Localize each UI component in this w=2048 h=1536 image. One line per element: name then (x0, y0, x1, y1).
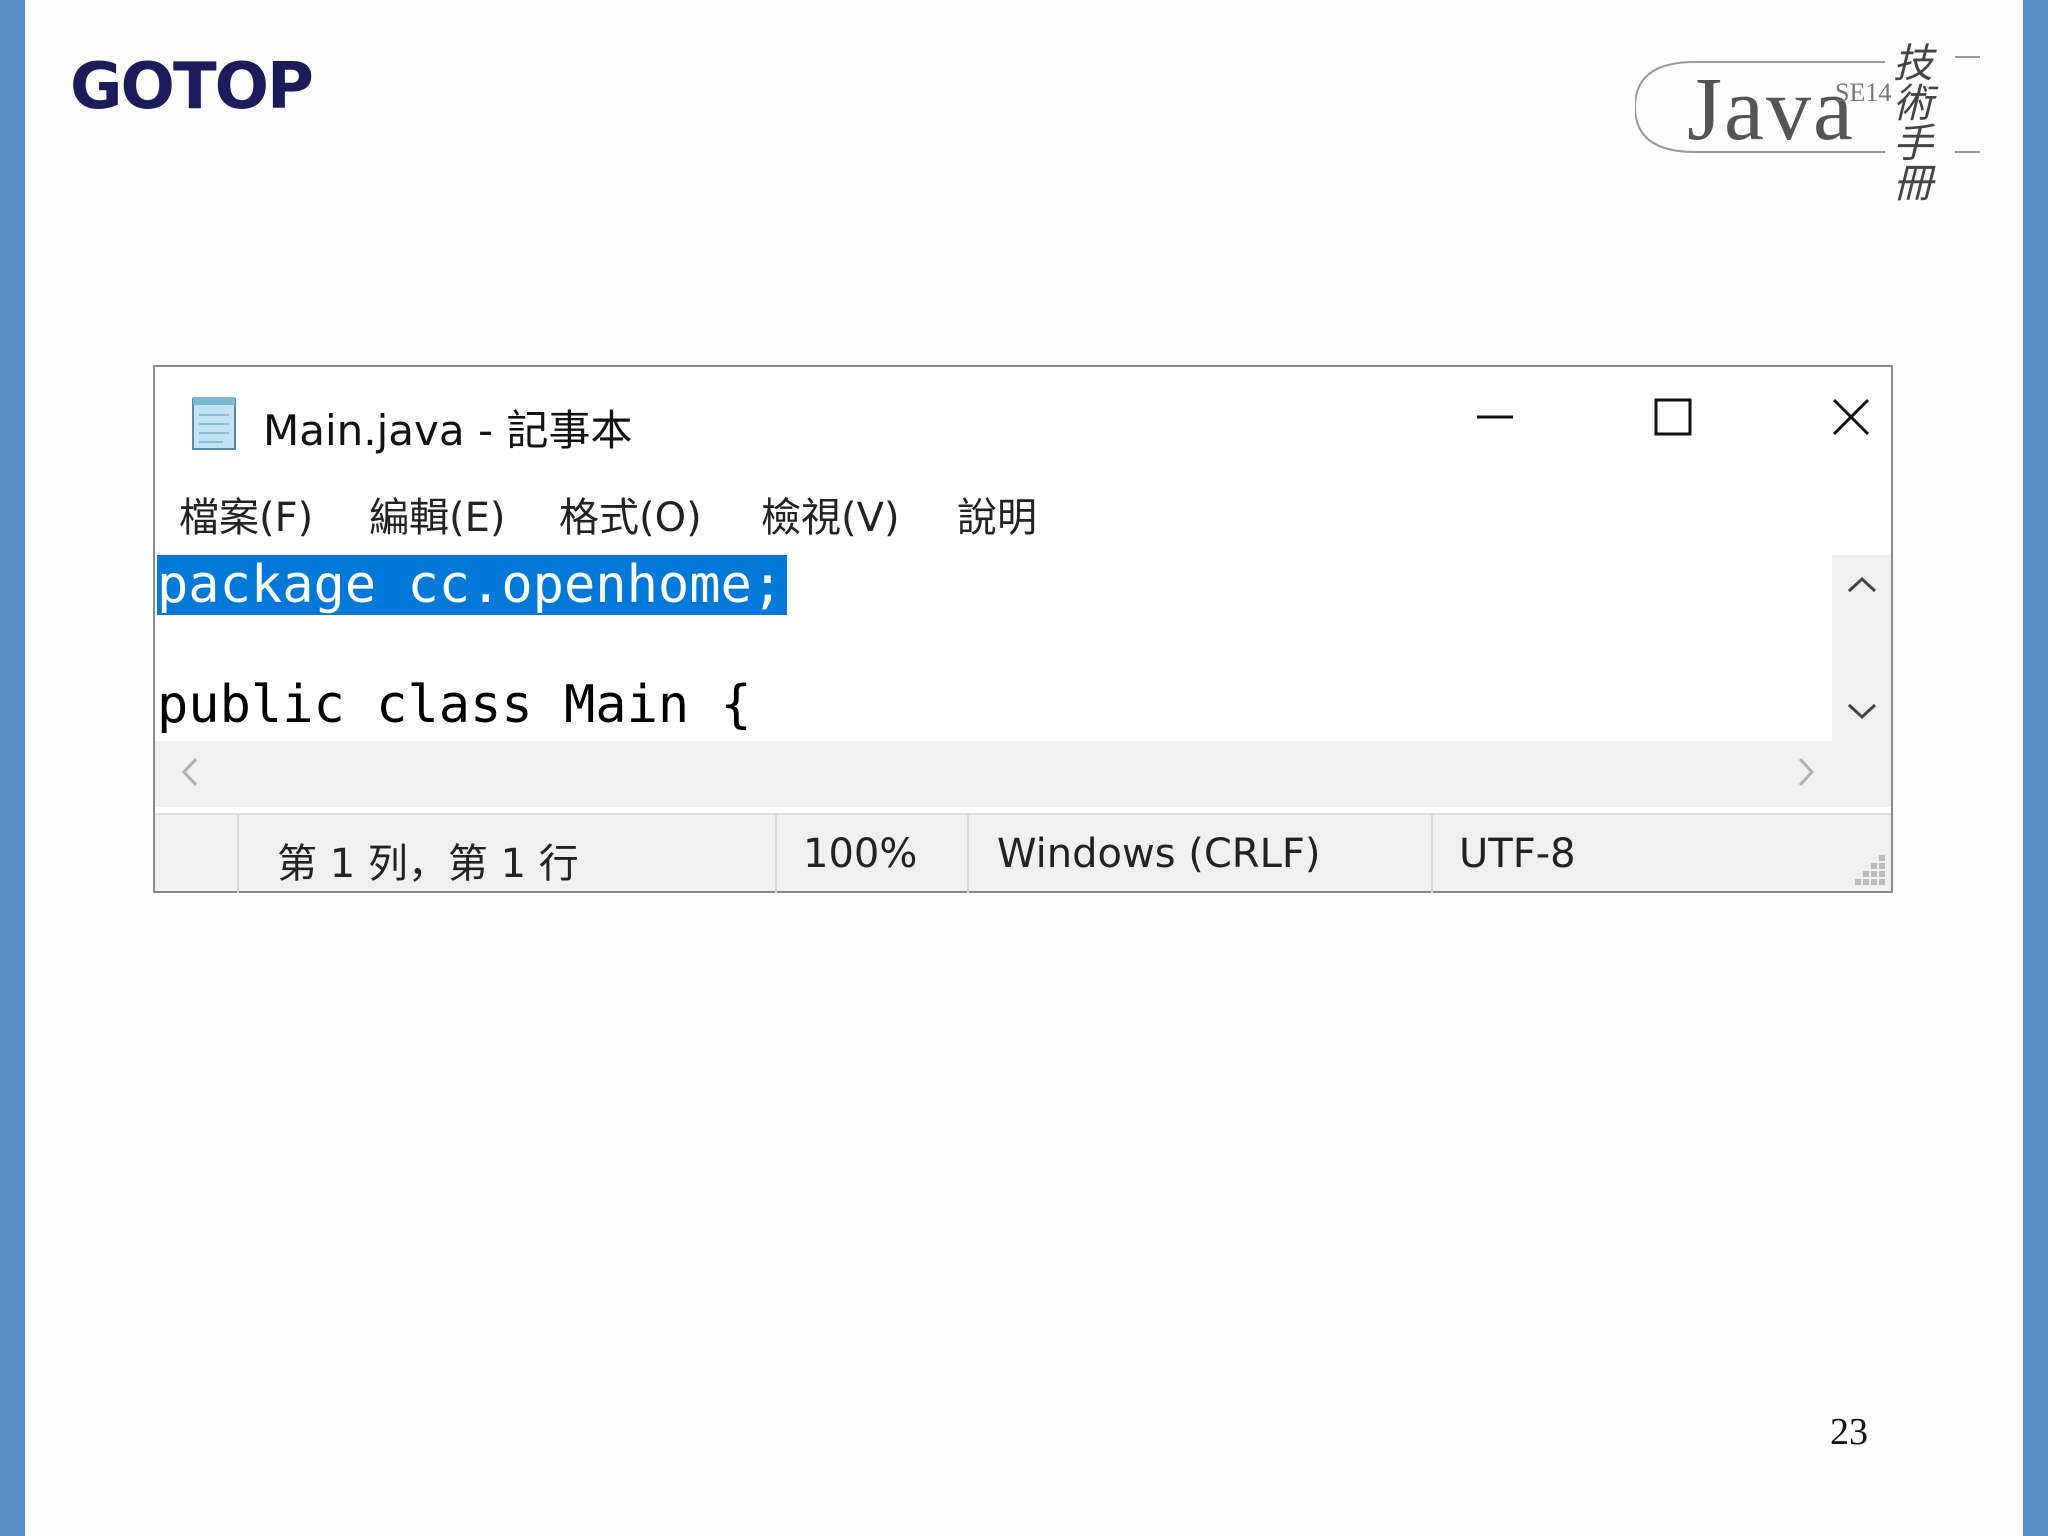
resize-grip-icon[interactable] (1851, 851, 1887, 887)
notepad-window: Main.java - 記事本 檔案(F) 編輯(E) 格式(O) 檢視(V) … (153, 365, 1893, 893)
close-icon (1832, 398, 1870, 436)
book-logo-word: Java (1687, 60, 1855, 159)
maximize-icon (1654, 398, 1692, 436)
minimize-icon (1477, 415, 1513, 419)
status-separator (967, 815, 969, 893)
editor-line-3[interactable]: public class Main { (157, 675, 752, 735)
menu-bar: 檔案(F) 編輯(E) 格式(O) 檢視(V) 說明 (155, 477, 1891, 547)
publisher-logo: GOTOP (70, 50, 314, 124)
text-editor[interactable]: package cc.openhome; public class Main { (155, 555, 1830, 741)
status-separator (775, 815, 777, 893)
title-bar[interactable]: Main.java - 記事本 (155, 367, 1891, 477)
menu-edit[interactable]: 編輯(E) (369, 485, 505, 543)
notepad-icon[interactable] (187, 393, 241, 453)
status-separator (237, 815, 239, 893)
menu-format[interactable]: 格式(O) (559, 485, 702, 543)
slide-left-bar (0, 0, 25, 1536)
menu-help[interactable]: 說明 (957, 485, 1037, 543)
window-title: Main.java - 記事本 (263, 406, 633, 455)
menu-file[interactable]: 檔案(F) (179, 485, 313, 543)
status-zoom: 100% (803, 831, 918, 877)
status-line-ending: Windows (CRLF) (997, 831, 1321, 877)
chevron-down-icon[interactable] (1832, 681, 1891, 741)
editor-line-1[interactable]: package cc.openhome; (157, 555, 788, 615)
close-button[interactable] (1801, 377, 1901, 457)
book-logo-edition: SE14 (1835, 78, 1892, 107)
status-cursor-position: 第 1 列，第 1 行 (277, 841, 579, 887)
horizontal-scrollbar[interactable] (155, 741, 1891, 807)
vertical-scrollbar[interactable] (1832, 555, 1891, 741)
maximize-button[interactable] (1623, 377, 1723, 457)
minimize-button[interactable] (1445, 377, 1545, 457)
book-logo-cjk: 技術手冊 (1893, 41, 1933, 207)
chevron-left-icon[interactable] (165, 747, 215, 797)
status-encoding: UTF-8 (1459, 831, 1576, 877)
book-logo: Java SE14 技術手冊 (1635, 42, 1995, 204)
status-separator (1431, 815, 1433, 893)
status-bar: 第 1 列，第 1 行 100% Windows (CRLF) UTF-8 (155, 813, 1891, 893)
chevron-up-icon[interactable] (1832, 555, 1891, 615)
slide-right-bar (2023, 0, 2048, 1536)
menu-view[interactable]: 檢視(V) (761, 485, 900, 543)
page-number: 23 (1830, 1411, 1868, 1453)
chevron-right-icon[interactable] (1781, 747, 1831, 797)
